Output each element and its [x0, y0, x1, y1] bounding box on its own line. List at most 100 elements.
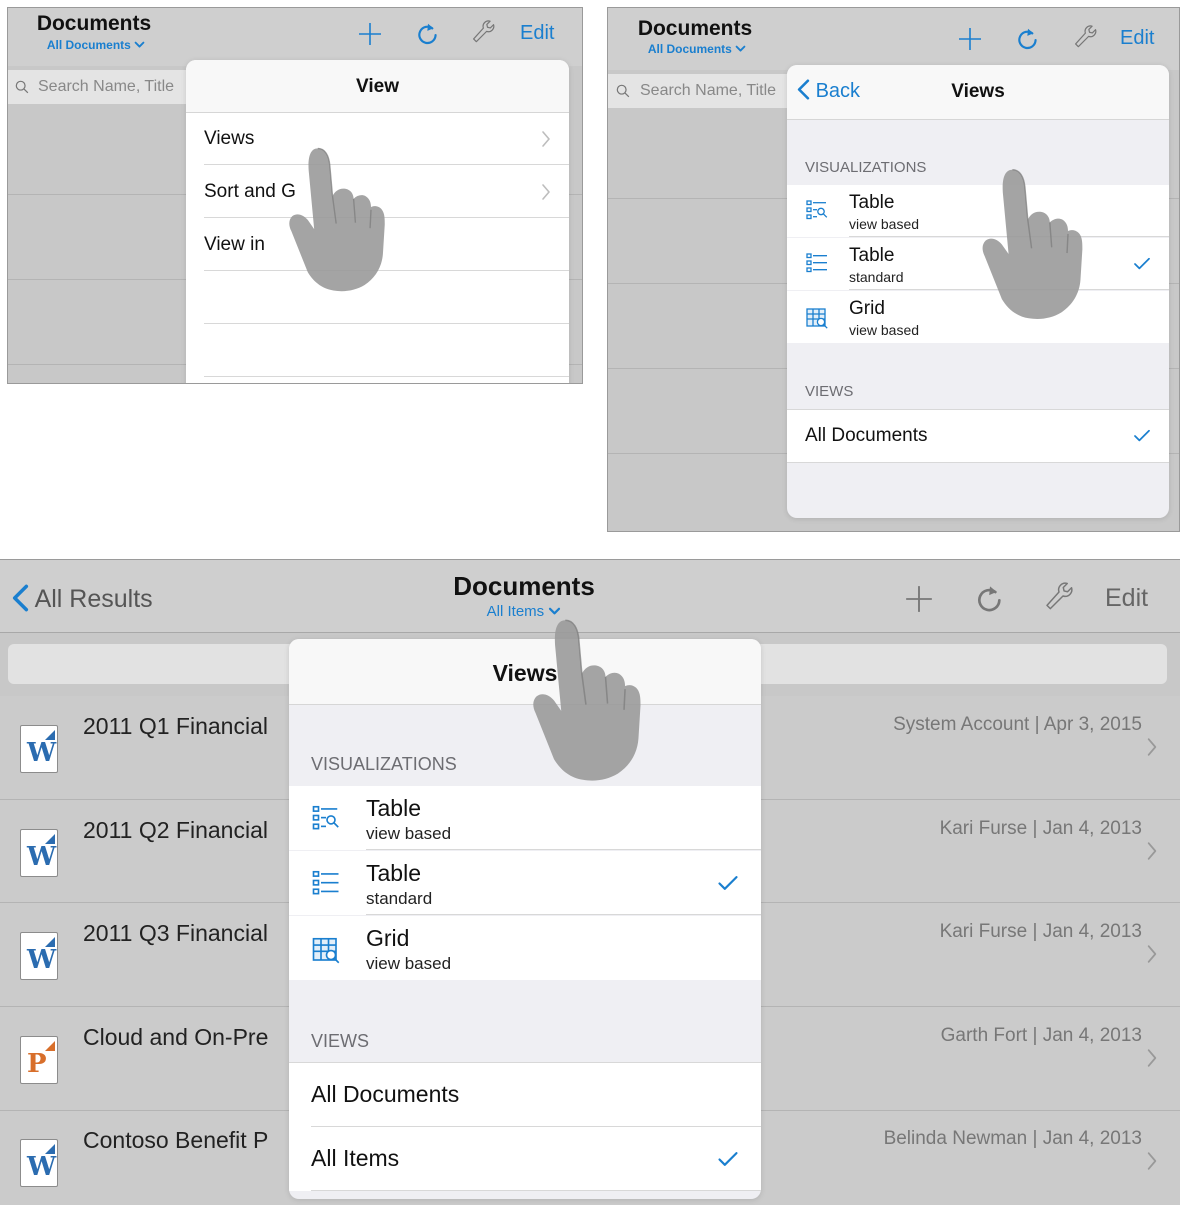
edit-button[interactable]: Edit — [1105, 584, 1148, 613]
hand-pointer-icon — [518, 612, 658, 787]
document-name: 2011 Q1 Financial — [83, 713, 268, 739]
visualization-sub: standard — [366, 889, 433, 908]
section-header-views: VIEWS — [311, 1031, 370, 1051]
page-title: Documents — [36, 12, 152, 35]
document-name: Contoso Benefit P — [83, 1127, 269, 1153]
file-type-letter: P — [27, 1049, 47, 1079]
wrench-icon[interactable] — [1074, 25, 1100, 51]
document-meta: Belinda Newman | Jan 4, 2013 — [883, 1128, 1142, 1149]
refresh-icon[interactable] — [1015, 26, 1041, 52]
document-meta: System Account | Apr 3, 2015 — [893, 714, 1142, 735]
visualization-name: Table — [366, 795, 421, 821]
nav-bar: Documents All Documents Edit — [8, 8, 582, 66]
panel-views-menu: Documents All Documents Edit Search Name… — [607, 7, 1180, 532]
view-selector[interactable]: All Documents — [36, 38, 156, 52]
page-title: Documents — [637, 17, 753, 40]
view-name: All Items — [311, 1145, 400, 1171]
view-selector-label: All Documents — [46, 38, 131, 52]
search-bar[interactable]: Search Name, Title — [8, 70, 198, 104]
visualization-sub: view based — [366, 824, 452, 843]
wrench-icon[interactable] — [472, 20, 498, 46]
page-title: Documents — [453, 571, 595, 601]
visualization-sub: view based — [849, 322, 920, 338]
hand-pointer-icon — [283, 134, 393, 304]
chevron-down-icon — [134, 41, 145, 49]
menu-item-label: Views — [204, 128, 255, 149]
file-type-letter: W — [27, 945, 57, 975]
popover-title: View — [356, 76, 399, 97]
table-view-based-icon — [311, 803, 341, 833]
chevron-right-icon — [541, 183, 551, 201]
visualization-sub: view based — [849, 216, 920, 232]
panel-view-menu: Documents All Documents Edit Search Name… — [7, 7, 583, 384]
section-header-visualizations: VISUALIZATIONS — [311, 754, 457, 774]
grid-view-based-icon — [805, 306, 829, 330]
chevron-right-icon — [1146, 1151, 1158, 1171]
visualization-name: Grid — [849, 298, 885, 319]
document-name: Cloud and On-Pre — [83, 1024, 269, 1050]
view-all-documents[interactable]: All Documents — [289, 1062, 761, 1127]
visualization-grid-view-based[interactable]: Grid view based — [289, 916, 761, 980]
add-icon[interactable] — [905, 585, 933, 613]
chevron-right-icon — [1146, 737, 1158, 757]
visualization-table-view-based[interactable]: Table view based — [289, 786, 761, 850]
popover-header: Back Views — [787, 65, 1169, 120]
visualization-sub: view based — [366, 954, 452, 973]
search-input[interactable]: Search Name, Title — [640, 82, 776, 100]
view-name: All Documents — [311, 1081, 460, 1107]
document-meta: Garth Fort | Jan 4, 2013 — [940, 1025, 1142, 1046]
search-icon — [616, 84, 630, 98]
visualization-name: Table — [849, 245, 895, 266]
chevron-right-icon — [1146, 841, 1158, 861]
view-all-items[interactable]: All Items — [289, 1127, 761, 1191]
checkmark-icon — [717, 875, 739, 892]
menu-item-empty — [186, 325, 569, 377]
document-meta: Kari Furse | Jan 4, 2013 — [939, 921, 1142, 942]
edit-button[interactable]: Edit — [520, 22, 554, 45]
search-bar[interactable]: Search Name, Title — [608, 74, 798, 108]
document-name: 2011 Q2 Financial — [83, 817, 268, 843]
chevron-right-icon — [541, 130, 551, 148]
file-type-letter: W — [27, 842, 57, 872]
chevron-left-icon — [12, 584, 29, 612]
chevron-right-icon — [1146, 944, 1158, 964]
visualization-table-standard[interactable]: Table standard — [289, 851, 761, 915]
document-name: 2011 Q3 Financial — [83, 920, 268, 946]
word-file-icon: W — [20, 725, 58, 773]
search-icon — [15, 80, 29, 94]
refresh-icon[interactable] — [415, 21, 441, 47]
back-label: All Results — [34, 585, 153, 613]
hand-pointer-icon — [976, 156, 1091, 331]
search-input[interactable]: Search Name, Title — [38, 78, 174, 96]
word-file-icon: W — [20, 1139, 58, 1187]
document-meta: Kari Furse | Jan 4, 2013 — [939, 818, 1142, 839]
table-standard-icon — [805, 251, 829, 275]
wrench-icon[interactable] — [1045, 582, 1077, 614]
view-selector-label: All Documents — [647, 42, 732, 56]
refresh-icon[interactable] — [974, 583, 1006, 615]
section-header-visualizations: VISUALIZATIONS — [805, 159, 927, 176]
back-button[interactable]: All Results — [12, 584, 153, 614]
view-all-documents[interactable]: All Documents — [787, 409, 1169, 463]
visualization-name: Grid — [366, 925, 410, 951]
view-name: All Documents — [805, 425, 928, 446]
table-view-based-icon — [805, 198, 829, 222]
add-icon[interactable] — [958, 27, 982, 51]
visualization-name: Table — [849, 192, 895, 213]
grid-view-based-icon — [311, 935, 341, 965]
chevron-down-icon — [735, 45, 746, 53]
visualization-name: Table — [366, 860, 421, 886]
word-file-icon: W — [20, 829, 58, 877]
table-standard-icon — [311, 868, 341, 898]
powerpoint-file-icon: P — [20, 1036, 58, 1084]
nav-bar: Documents All Documents Edit — [608, 8, 1179, 70]
add-icon[interactable] — [358, 22, 382, 46]
checkmark-icon — [1133, 429, 1151, 443]
file-type-letter: W — [27, 738, 57, 768]
edit-button[interactable]: Edit — [1120, 27, 1154, 50]
view-selector[interactable]: All Documents — [637, 42, 757, 56]
file-type-letter: W — [27, 1152, 57, 1182]
popover-title: Views — [951, 81, 1005, 102]
panel-documents-list: All Results Documents All Items Edit W 20… — [0, 559, 1180, 1205]
chevron-right-icon — [1146, 1048, 1158, 1068]
